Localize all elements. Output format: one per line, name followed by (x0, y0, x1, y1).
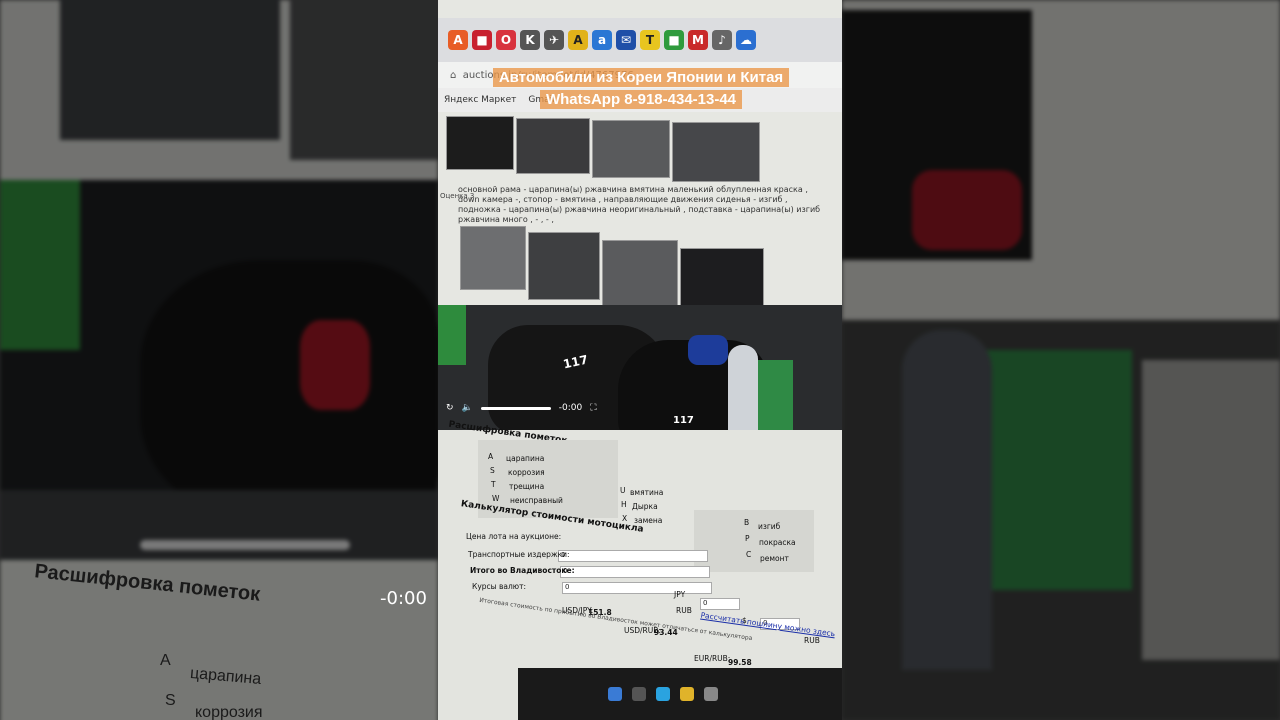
calc-rub-label: RUB (676, 606, 692, 615)
left-time: -0:00 (380, 588, 427, 609)
legend-label-h: Дырка (632, 502, 658, 511)
left-video-controls (0, 490, 438, 570)
legend-code-c: C (746, 550, 752, 559)
legend-code-t: T (491, 480, 496, 489)
taskbar-folder-icon[interactable] (680, 687, 694, 701)
right-person (902, 330, 992, 670)
overlay-line-1: Автомобили из Кореи Японии и Китая (478, 68, 804, 87)
tab-icon-mail[interactable]: ✉ (616, 30, 636, 50)
left-motorcycle (140, 260, 438, 520)
tab-icon-a2[interactable]: A (568, 30, 588, 50)
windows-taskbar (518, 668, 842, 720)
video-number-2: 117 (673, 415, 694, 426)
legend-label-p: покраска (759, 538, 796, 547)
thumb-keys[interactable] (516, 118, 590, 174)
thumb-2-1[interactable] (460, 226, 526, 290)
video-controls-1: ↻ 🔈 -0:00 ⛶ (446, 403, 597, 413)
thumb-engine[interactable] (592, 120, 670, 178)
video-time-1: -0:00 (558, 403, 583, 413)
legend-label-w: неисправный (510, 496, 563, 505)
legend-code-b: B (744, 518, 750, 527)
tab-icon-cloud[interactable]: ☁ (736, 30, 756, 50)
left-progress-bar (140, 540, 350, 550)
legend-label-u: вмятина (630, 488, 664, 497)
left-blurred-zoom: -0:00 Расшифровка пометок A царапина S к… (0, 0, 438, 720)
windows-start-icon[interactable] (608, 687, 622, 701)
legend-code-w: W (492, 494, 500, 503)
overlay-line-2: WhatsApp 8-918-434-13-44 (478, 90, 804, 109)
left-legend-label2: коррозия (195, 704, 263, 720)
tab-icon-green[interactable]: ■ (664, 30, 684, 50)
calc-input-price[interactable]: 0 (558, 550, 708, 562)
calc-rub-label-2: RUB (804, 636, 820, 645)
tab-icon-opera[interactable]: O (496, 30, 516, 50)
tab-icon-t[interactable]: T (640, 30, 660, 50)
video-green-wall (438, 305, 466, 365)
calc-label-transport: Транспортные издержки: (468, 550, 570, 559)
legend-label-s: коррозия (508, 468, 545, 477)
legend-label-c: ремонт (760, 554, 789, 563)
lock-icon: ⌂ (450, 69, 463, 81)
legend-code-u: U (620, 486, 626, 495)
browser-tab-bar: A ■ O K ✈ A a ✉ T ■ M ♪ ☁ (438, 18, 842, 62)
taskbar-search-icon[interactable] (632, 687, 646, 701)
right-blurred-zoom (842, 0, 1280, 720)
calc-input-rate[interactable]: 0 (700, 598, 740, 610)
eurrub-label: EUR/RUB: (694, 654, 731, 663)
thumb-chassis[interactable] (672, 122, 760, 182)
tab-icon-a[interactable]: A (448, 30, 468, 50)
thumb-2-2[interactable] (528, 232, 600, 300)
legend-code-a: A (488, 452, 494, 461)
thumb-gauge[interactable] (446, 116, 514, 170)
left-motorcycle-red-part (300, 320, 370, 410)
calc-input-transport[interactable]: 0 (560, 566, 710, 578)
tab-icon-red[interactable]: ■ (472, 30, 492, 50)
tab-icon-plane[interactable]: ✈ (544, 30, 564, 50)
left-legend-code2: S (165, 692, 176, 709)
taskbar-app-icon[interactable] (704, 687, 718, 701)
legend-code-h: H (621, 500, 627, 509)
right-photo-red-part (912, 170, 1022, 250)
progress-bar-1[interactable] (480, 406, 551, 410)
legend-col3-cell (694, 510, 814, 572)
thumb-2-3[interactable] (602, 240, 678, 308)
damage-note: основной рама - царапина(ы) ржавчина вмя… (458, 185, 821, 224)
left-photo-2 (290, 0, 438, 160)
calc-label-rates: Курсы валют: (472, 582, 526, 591)
legend-code-p: P (745, 534, 750, 543)
tab-icon-k[interactable]: K (520, 30, 540, 50)
legend-label-a: царапина (506, 454, 545, 463)
left-green-wall (0, 180, 80, 350)
left-legend-code: A (160, 652, 171, 669)
legend-label-b: изгиб (758, 522, 781, 531)
calc-input-total[interactable]: 0 (562, 582, 712, 594)
right-green-door (972, 350, 1132, 590)
legend-code-s: S (490, 466, 495, 475)
calc-label-price: Цена лота на аукционе: (466, 532, 562, 541)
volume-icon[interactable]: 🔈 (462, 403, 473, 413)
tab-icon-note[interactable]: ♪ (712, 30, 732, 50)
calc-label-total: Итого во Владивостоке: (470, 566, 575, 575)
tab-icon-m[interactable]: M (688, 30, 708, 50)
replay-icon[interactable]: ↻ (446, 403, 454, 413)
video-blue-part (688, 335, 728, 365)
left-photo-1 (60, 0, 280, 140)
eurrub-value: 99.58 (728, 658, 752, 667)
calc-jpy-label: JPY (674, 590, 686, 599)
legend-label-t: трещина (509, 482, 545, 491)
tab-icon-blue[interactable]: a (592, 30, 612, 50)
right-grey-door (1142, 360, 1280, 660)
taskbar-edge-icon[interactable] (656, 687, 670, 701)
browser-screen: A ■ O K ✈ A a ✉ T ■ M ♪ ☁ ⌂ auctions.jp/… (438, 0, 842, 720)
fullscreen-icon-1[interactable]: ⛶ (590, 403, 596, 413)
